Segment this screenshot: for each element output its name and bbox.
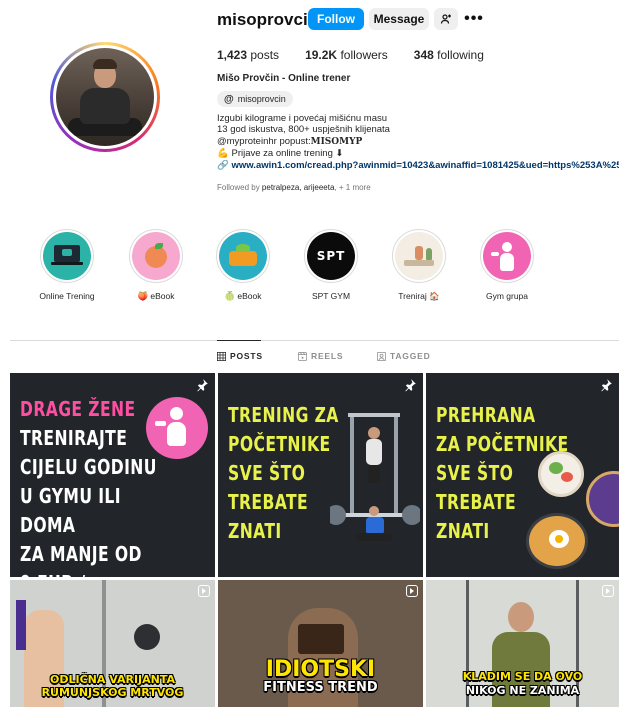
highlight-treniraj-doma[interactable]: Treniraj 🏠	[379, 229, 459, 302]
workout-illustration	[330, 413, 420, 541]
pin-icon	[405, 379, 416, 392]
berry-bowl-illustration	[586, 471, 619, 527]
active-tab-indicator	[217, 340, 261, 341]
tagged-icon	[377, 351, 386, 361]
flexed-biceps-icon: 💪	[217, 148, 229, 160]
threads-badge[interactable]: @ misoprovcin	[217, 91, 293, 107]
profile-stats: 1,423 posts 19.2K followers 348 followin…	[217, 48, 484, 62]
spt-logo-icon: SPT	[307, 232, 355, 280]
post-tile-3[interactable]: PREHRANA ZA POČETNIKE SVE ŠTO TREBATE ZN…	[426, 373, 619, 577]
pin-icon	[601, 379, 612, 392]
tab-tagged[interactable]: TAGGED	[377, 351, 431, 361]
posts-stat: 1,423 posts	[217, 48, 280, 62]
reels-icon	[298, 351, 307, 361]
add-user-icon	[440, 14, 451, 24]
profile-link[interactable]: 🔗 www.awin1.com/cread.php?awinmid=10423&…	[217, 160, 619, 171]
more-icon: •••	[464, 10, 484, 27]
profile-bio: Izgubi kilograme i povećaj mišićnu masu …	[217, 113, 390, 160]
followers-stat[interactable]: 19.2K followers	[305, 48, 388, 62]
peach-icon	[132, 232, 180, 280]
gym-woman-illustration	[146, 397, 208, 459]
gym-woman-icon	[483, 232, 531, 280]
highlight-gym-grupa[interactable]: Gym grupa	[467, 229, 547, 301]
link-icon: 🔗	[217, 160, 229, 171]
tab-reels[interactable]: REELS	[298, 351, 343, 361]
highlight-spt-gym[interactable]: SPT SPT GYM	[291, 229, 371, 301]
tab-posts[interactable]: POSTS	[217, 351, 263, 361]
more-options-button[interactable]: •••	[462, 8, 486, 30]
avatar-photo	[56, 48, 154, 146]
grid-icon	[217, 351, 226, 361]
message-button[interactable]: Message	[369, 8, 429, 30]
home-workout-icon	[395, 232, 443, 280]
laptop-fitness-icon	[43, 232, 91, 280]
myprotein-mention[interactable]: @myproteinhr popust:	[217, 136, 311, 147]
profile-username: misoprovcin	[217, 10, 319, 29]
highlight-peach-ebook[interactable]: 🍑 eBook	[116, 229, 196, 302]
suggest-user-button[interactable]	[434, 8, 458, 30]
follow-button[interactable]: Follow	[308, 8, 364, 30]
salad-bowl-illustration	[538, 451, 584, 497]
followed-by[interactable]: Followed by petralpeza, arijeeeta, + 1 m…	[217, 183, 371, 192]
post-tile-2[interactable]: TRENING ZA POČETNIKE SVE ŠTO TREBATE ZNA…	[218, 373, 423, 577]
threads-icon: @	[224, 93, 234, 105]
profile-avatar[interactable]	[50, 42, 160, 152]
tabs-divider	[10, 340, 619, 341]
post-tile-4[interactable]: ODLIČNA VARIJANTA RUMUNJSKOG MRTVOG	[10, 580, 215, 707]
egg-bowl-illustration	[526, 513, 588, 569]
following-stat[interactable]: 348 following	[414, 48, 484, 62]
post-tile-5[interactable]: IDIOTSKI FITNESS TREND	[218, 580, 423, 707]
post-tile-6[interactable]: KLADIM SE DA OVO NIKOG NE ZANIMA	[426, 580, 619, 707]
profile-full-name: Mišo Provčin - Online trener	[217, 73, 351, 84]
highlight-online-trening[interactable]: Online Trening	[27, 229, 107, 301]
post-tile-1[interactable]: DRAGE ŽENE TRENIRAJTE CIJELU GODINU U GY…	[10, 373, 215, 577]
promo-code: MISOMYP	[310, 136, 363, 147]
scale-food-icon	[219, 232, 267, 280]
pin-icon	[197, 379, 208, 392]
highlight-melon-ebook[interactable]: 🍈 eBook	[203, 229, 283, 302]
